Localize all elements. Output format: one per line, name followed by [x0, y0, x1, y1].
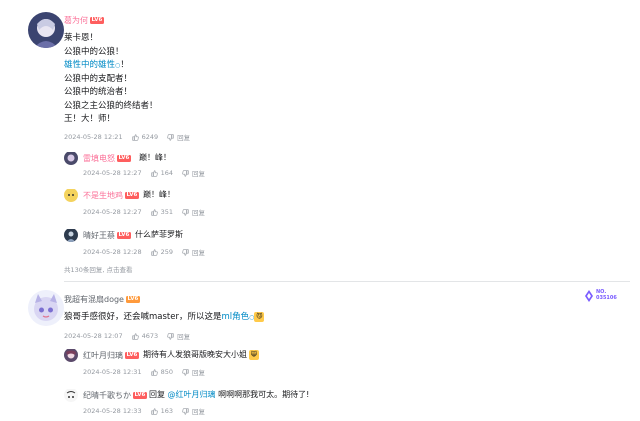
like-icon[interactable] — [150, 248, 158, 256]
like-icon[interactable] — [150, 368, 158, 376]
reply-username[interactable]: 不是生地鸡 LV6 — [83, 190, 139, 201]
timestamp: 2024-05-28 12:33 — [83, 407, 142, 415]
comment-meta: 2024-05-28 12:21 6249 回复 — [64, 132, 190, 142]
comment-line: 公狼中的支配者！ — [64, 73, 133, 84]
avatar[interactable] — [28, 12, 64, 48]
reply-button[interactable]: 回复 — [177, 331, 190, 341]
level-badge: LV6 — [125, 296, 140, 303]
mention-link[interactable]: @红叶月归璃 — [168, 390, 216, 399]
like-icon[interactable] — [150, 407, 158, 415]
timestamp: 2024-05-28 12:27 — [83, 208, 142, 216]
view-more-replies[interactable]: 共130条回复, 点击查看 — [64, 264, 133, 274]
like-count: 850 — [160, 368, 173, 376]
comment-line: 莱卡恩！ — [64, 33, 99, 43]
reply-text: 期待有人发狼哥版晚安大小姐 😸 — [143, 349, 259, 360]
avatar[interactable] — [64, 151, 78, 165]
cat-emoji-icon: 😼 — [254, 311, 265, 322]
like-count: 4673 — [141, 332, 159, 340]
reply-meta: 2024-05-28 12:27 351 回复 — [83, 207, 205, 217]
dislike-icon[interactable] — [182, 169, 189, 177]
reply-button[interactable]: 回复 — [177, 132, 190, 142]
fan-badge-number: NO. 035106 — [596, 289, 617, 301]
like-count: 259 — [160, 248, 173, 256]
level-badge: LV6 — [117, 155, 131, 162]
reply-button[interactable]: 回复 — [192, 168, 205, 178]
avatar[interactable] — [64, 388, 78, 402]
timestamp: 2024-05-28 12:27 — [83, 169, 142, 177]
reply-meta: 2024-05-28 12:28 259 回复 — [83, 247, 205, 257]
like-count: 163 — [160, 407, 173, 415]
dislike-icon[interactable] — [167, 133, 174, 141]
avatar[interactable] — [28, 290, 64, 326]
reply-username[interactable]: 晴好王蔡 LV6 — [83, 230, 131, 241]
divider — [64, 281, 630, 282]
reply-button[interactable]: 回复 — [192, 247, 205, 257]
dislike-icon[interactable] — [182, 208, 189, 216]
reply-meta: 2024-05-28 12:27 164 回复 — [83, 168, 205, 178]
level-badge: LV6 — [90, 17, 104, 24]
avatar[interactable] — [64, 228, 78, 242]
timestamp: 2024-05-28 12:28 — [83, 248, 142, 256]
comment-body: 狼哥手感很好，还会喊master，所以这是ml角色○ 😼 — [64, 311, 265, 322]
like-icon[interactable] — [150, 208, 158, 216]
like-icon[interactable] — [150, 169, 158, 177]
avatar[interactable] — [64, 188, 78, 202]
reply-meta: 2024-05-28 12:33 163 回复 — [83, 406, 205, 416]
reply-button[interactable]: 回复 — [192, 406, 205, 416]
reply-username[interactable]: 纪晴千歌ちか LV6 — [83, 390, 147, 401]
timestamp: 2024-05-28 12:07 — [64, 332, 123, 340]
reply-text: 什么萨菲罗斯 — [135, 230, 183, 239]
like-icon[interactable] — [131, 332, 139, 340]
dislike-icon[interactable] — [182, 248, 189, 256]
timestamp: 2024-05-28 12:31 — [83, 368, 142, 376]
comment-line: 公狼之主公狼的终结者！ — [64, 100, 158, 111]
comment-line: 公狼中的统治者！ — [64, 87, 133, 97]
reply-button[interactable]: 回复 — [192, 367, 205, 377]
comment-meta: 2024-05-28 12:07 4673 回复 — [64, 331, 190, 341]
reply-meta: 2024-05-28 12:31 850 回复 — [83, 367, 205, 377]
level-badge: LV6 — [125, 352, 139, 359]
reply-text: 巅！峰！ — [139, 153, 171, 162]
like-count: 351 — [160, 208, 173, 216]
dislike-icon[interactable] — [182, 407, 189, 415]
comment-line: 王！大！师！ — [64, 114, 116, 124]
like-count: 164 — [160, 169, 173, 177]
level-badge: LV6 — [125, 192, 139, 199]
reply-username[interactable]: 雷填电怒 LV6 — [83, 153, 131, 164]
reply-text: 巅！峰！ — [143, 190, 175, 199]
level-badge: LV6 — [117, 232, 131, 239]
level-badge: LV6 — [133, 392, 147, 399]
cat-emoji-icon: 😸 — [249, 349, 259, 360]
search-link[interactable]: 雄性中的雄性 — [64, 60, 115, 70]
like-count: 6249 — [141, 133, 159, 141]
search-link[interactable]: ml角色 — [221, 312, 249, 322]
reply-text: 回复 @红叶月归璃 啊啊啊那我可太。期待了! — [149, 390, 310, 399]
like-icon[interactable] — [131, 133, 139, 141]
reply-username[interactable]: 红叶月归璃 LV6 — [83, 350, 139, 361]
comment-body: 莱卡恩！ 公狼中的公狼！ 雄性中的雄性○！ 公狼中的支配者！ 公狼中的统治者！ … — [64, 32, 158, 127]
avatar[interactable] — [64, 348, 78, 362]
comment-username[interactable]: 葛为何 LV6 — [64, 15, 104, 26]
reply-button[interactable]: 回复 — [192, 207, 205, 217]
fan-badge: NO. 035106 — [584, 288, 628, 304]
dislike-icon[interactable] — [167, 332, 174, 340]
timestamp: 2024-05-28 12:21 — [64, 133, 123, 141]
comment-line: 公狼中的公狼！ — [64, 46, 124, 57]
comment-username[interactable]: 我超有混扇doge LV6 — [64, 294, 140, 305]
dislike-icon[interactable] — [182, 368, 189, 376]
comment-line: 雄性中的雄性○！ — [64, 60, 129, 70]
